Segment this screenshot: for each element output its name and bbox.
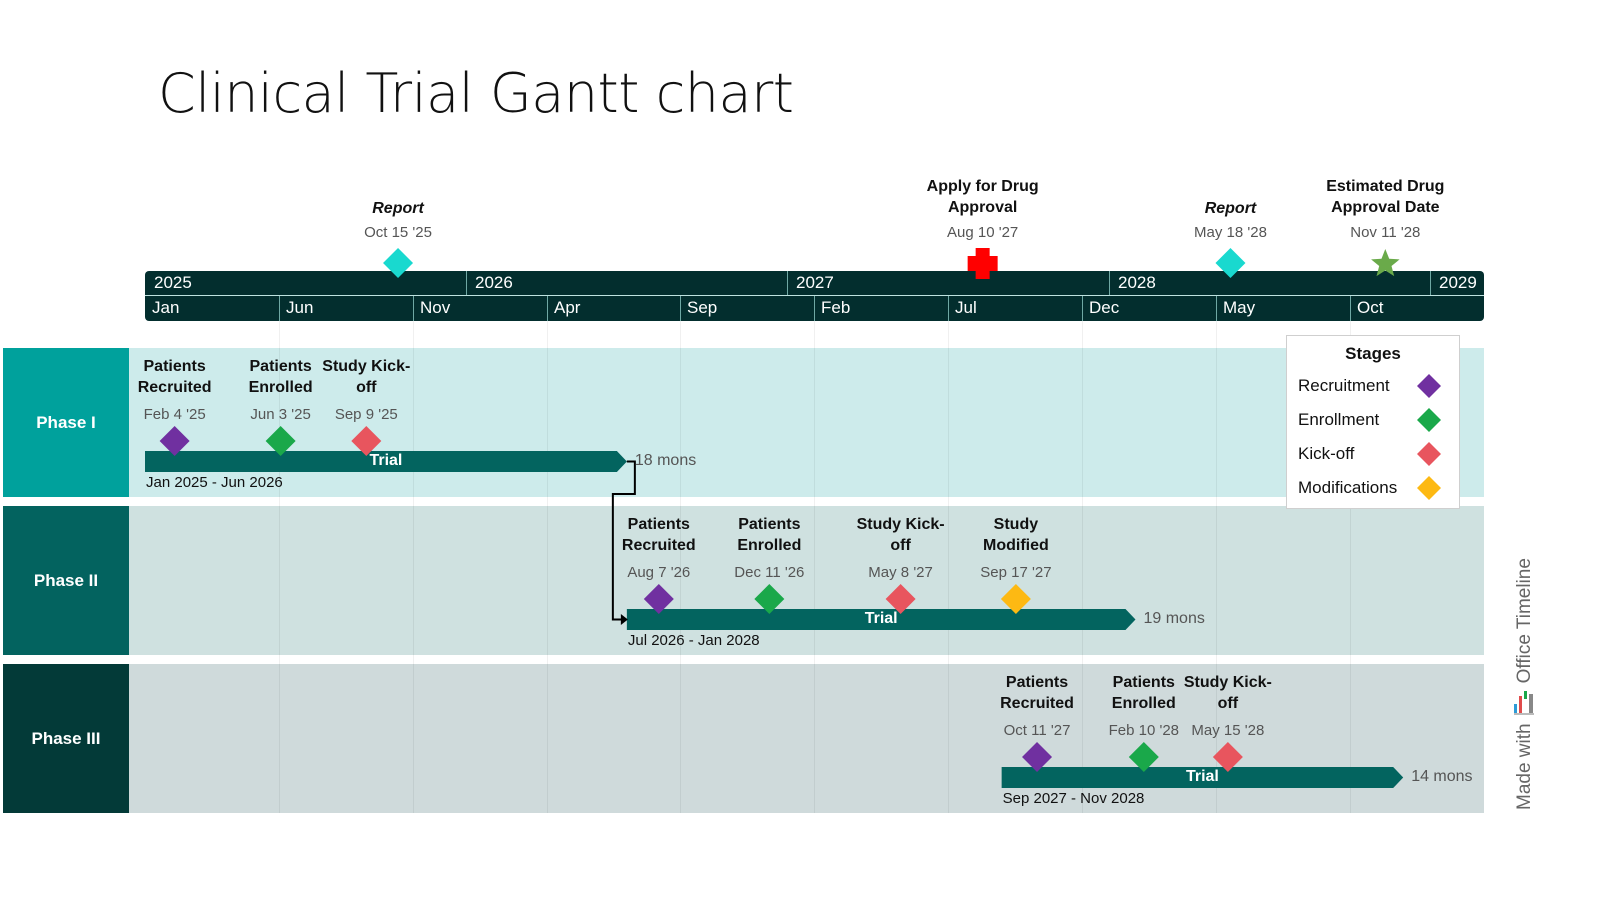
recruitment-legend-diamond-icon bbox=[1417, 374, 1441, 398]
modifications-legend-diamond-icon bbox=[1417, 476, 1441, 500]
milestone-title: Study Kick-off bbox=[1183, 674, 1272, 712]
task-date-range: Jan 2025 - Jun 2026 bbox=[146, 474, 283, 491]
legend-diamond bbox=[1417, 408, 1441, 432]
month-label: Nov bbox=[420, 298, 451, 317]
legend: Stages Recruitment Enrollment Kick-off Modi… bbox=[1286, 335, 1460, 509]
year-label: 2025 bbox=[154, 273, 192, 292]
task-date-range: Sep 2027 - Nov 2028 bbox=[1002, 790, 1145, 807]
milestone-date: Feb 10 '28 bbox=[1108, 722, 1180, 739]
month-label: Jul bbox=[955, 298, 977, 317]
legend-diamond bbox=[1417, 442, 1441, 466]
watermark-prefix: Made with bbox=[1514, 723, 1535, 810]
milestone-date: Jun 3 '25 bbox=[250, 406, 311, 423]
milestone-title: Patients Enrolled bbox=[248, 358, 313, 396]
legend-diamond bbox=[1417, 374, 1441, 398]
legend-item: Kick-off bbox=[1298, 444, 1355, 463]
milestone-date: Aug 7 '26 bbox=[627, 564, 691, 581]
month-label: Jan bbox=[152, 298, 180, 317]
timeline-milestone-date: Nov 11 '28 bbox=[1350, 224, 1421, 241]
task-date-range: Jul 2026 - Jan 2028 bbox=[627, 632, 760, 649]
legend-item: Recruitment bbox=[1298, 376, 1390, 395]
year-label: 2027 bbox=[796, 273, 834, 292]
legend-item: Modifications bbox=[1298, 478, 1398, 497]
phase-label: Phase I bbox=[36, 412, 96, 432]
legend-item: Enrollment bbox=[1298, 410, 1380, 429]
task-bar-label: Trial bbox=[1185, 768, 1219, 785]
task-duration: 14 mons bbox=[1411, 768, 1473, 785]
timeline-milestone-date: May 18 '28 bbox=[1194, 224, 1267, 241]
month-label: Dec bbox=[1089, 298, 1120, 317]
milestone-title: Patients Recruited bbox=[621, 516, 696, 554]
milestone-title: Study Kick-off bbox=[856, 516, 945, 554]
phase-label: Phase II bbox=[33, 570, 99, 590]
month-label: Sep bbox=[687, 298, 718, 317]
milestone-date: Sep 17 '27 bbox=[980, 564, 1052, 581]
timeline-milestone-title: Report bbox=[1204, 200, 1257, 217]
legend-diamond bbox=[1417, 476, 1441, 500]
milestone-title: Patients Enrolled bbox=[1111, 674, 1176, 712]
month-label: Jun bbox=[286, 298, 314, 317]
year-label: 2028 bbox=[1118, 273, 1156, 292]
month-label: May bbox=[1223, 298, 1256, 317]
milestone-title: Patients Enrolled bbox=[737, 516, 802, 554]
legend-title: Stages bbox=[1345, 344, 1401, 363]
task-bar-label: Trial bbox=[369, 452, 403, 469]
milestone-title: Patients Recruited bbox=[137, 358, 212, 396]
phase-label: Phase III bbox=[31, 728, 101, 748]
office-timeline-logo-icon bbox=[1514, 691, 1534, 716]
timeline-milestone-title: Apply for Drug Approval bbox=[926, 178, 1039, 216]
milestone-date: Dec 11 '26 bbox=[734, 564, 805, 581]
phase-band bbox=[129, 664, 1484, 813]
gantt-slide: Clinical Trial Gantt chart Phase I Phase … bbox=[0, 0, 1607, 907]
month-label: Apr bbox=[554, 298, 581, 317]
timeline-milestone-title: Report bbox=[372, 200, 424, 217]
milestone-date: May 15 '28 bbox=[1191, 722, 1265, 739]
year-label: 2029 bbox=[1439, 273, 1477, 292]
year-label: 2026 bbox=[475, 273, 513, 292]
month-label: Feb bbox=[821, 298, 851, 317]
timeline-milestone-date: Oct 15 '25 bbox=[364, 224, 432, 241]
month-label: Oct bbox=[1357, 298, 1384, 317]
milestone-date: Feb 4 '25 bbox=[143, 406, 206, 423]
milestone-date: Sep 9 '25 bbox=[334, 406, 398, 423]
task-bar-label: Trial bbox=[864, 610, 898, 627]
milestone-title: Study Modified bbox=[983, 516, 1049, 554]
task-duration: 18 mons bbox=[634, 452, 697, 469]
task-duration: 19 mons bbox=[1143, 610, 1205, 627]
milestone-date: Oct 11 '27 bbox=[1003, 722, 1071, 739]
milestone-title: Patients Recruited bbox=[1000, 674, 1074, 712]
watermark-brand: Office Timeline bbox=[1514, 558, 1535, 684]
cross-horizontal bbox=[967, 256, 998, 271]
watermark: Made with Office Timeline bbox=[1512, 558, 1538, 810]
kickoff-legend-diamond-icon bbox=[1417, 442, 1441, 466]
milestone-date: May 8 '27 bbox=[868, 564, 933, 581]
timeline-milestone-date: Aug 10 '27 bbox=[947, 224, 1019, 241]
enrollment-legend-diamond-icon bbox=[1417, 408, 1441, 432]
timeline-milestone-title: Estimated Drug Approval Date bbox=[1326, 178, 1445, 216]
milestone-title: Study Kick-off bbox=[322, 358, 411, 396]
